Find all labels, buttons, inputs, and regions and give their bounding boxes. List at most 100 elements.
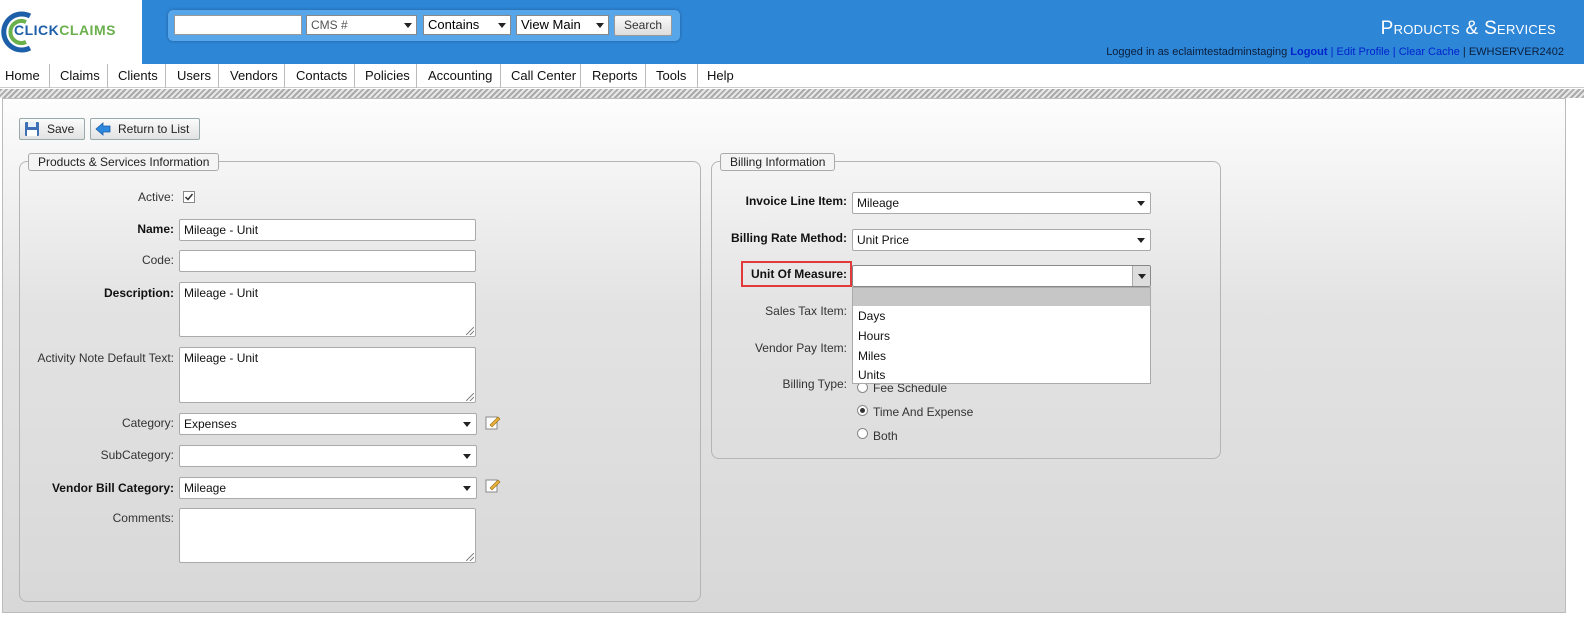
separator: | (1330, 46, 1334, 58)
chevron-down-icon[interactable] (1132, 266, 1150, 286)
chevron-down-icon (498, 23, 506, 28)
invoice-line-item-select[interactable]: Mileage (852, 192, 1151, 214)
vendor-pay-item-label: Vendor Pay Item: (754, 341, 847, 355)
chevron-down-icon[interactable] (458, 446, 476, 466)
comments-textarea[interactable] (179, 508, 476, 563)
unit-of-measure-dropdown-list: Days Hours Miles Units (852, 287, 1151, 384)
clear-cache-link[interactable]: Clear Cache (1399, 46, 1460, 58)
resize-grip-icon[interactable] (466, 553, 474, 561)
unit-of-measure-option-hours[interactable]: Hours (853, 326, 1150, 346)
menu-item-tools[interactable]: Tools (646, 64, 698, 88)
save-button-label: Save (47, 122, 75, 136)
menu-item-vendors[interactable]: Vendors (219, 64, 285, 88)
subcategory-label: SubCategory: (100, 448, 174, 462)
logout-link[interactable]: Logout (1290, 46, 1327, 58)
menu-item-call-center[interactable]: Call Center (501, 64, 581, 88)
billing-rate-method-select[interactable]: Unit Price (852, 229, 1151, 251)
description-label: Description: (103, 286, 174, 300)
unit-of-measure-option-units[interactable]: Units (853, 365, 1150, 385)
search-operator-select-value: Contains (428, 17, 480, 32)
billing-type-time-and-expense-label[interactable]: Time And Expense (873, 405, 973, 419)
description-text: Mileage - Unit (184, 286, 259, 300)
chevron-down-icon[interactable] (458, 414, 476, 434)
chevron-down-icon[interactable] (1132, 230, 1150, 250)
chevron-down-icon[interactable] (458, 478, 476, 498)
billing-type-both-radio[interactable] (857, 428, 868, 439)
vendor-bill-category-select[interactable]: Mileage (179, 477, 477, 499)
separator: | (1392, 46, 1396, 58)
checkmark-icon (184, 193, 194, 201)
unit-of-measure-select[interactable] (852, 265, 1151, 287)
subcategory-select[interactable] (179, 445, 477, 467)
category-select-value: Expenses (184, 417, 237, 431)
name-label: Name: (137, 222, 174, 236)
billing-type-time-and-expense-radio[interactable] (857, 405, 868, 416)
page-title: Products & Services (1380, 18, 1556, 39)
logo-text: CLICKCLAIMS (14, 22, 116, 38)
activity-note-label: Activity Note Default Text: (37, 351, 175, 365)
logo-text-click: CLICK (14, 22, 60, 38)
server-name: EWHSERVER2402 (1468, 46, 1564, 58)
arrow-left-icon (95, 122, 111, 136)
code-input[interactable] (179, 250, 476, 272)
clickclaims-logo[interactable]: CLICKCLAIMS (0, 0, 142, 64)
logged-in-as-text: Logged in as eclaimtestadminstaging (1106, 46, 1288, 58)
unit-of-measure-option-days[interactable]: Days (853, 306, 1150, 326)
comments-label: Comments: (112, 511, 174, 525)
chevron-down-icon (596, 23, 604, 28)
resize-grip-icon[interactable] (466, 327, 474, 335)
menu-item-reports[interactable]: Reports (581, 64, 646, 88)
billing-rate-method-label: Billing Rate Method: (731, 231, 847, 245)
vendor-bill-category-label: Vendor Bill Category: (51, 481, 174, 495)
search-button[interactable]: Search (614, 15, 672, 36)
vendor-bill-category-select-value: Mileage (184, 481, 227, 495)
separator: | (1462, 46, 1466, 58)
edit-category-icon[interactable] (485, 414, 501, 430)
active-label: Active: (137, 190, 174, 204)
return-to-list-label: Return to List (118, 122, 190, 136)
name-input[interactable]: Mileage - Unit (179, 219, 476, 241)
menu-item-claims[interactable]: Claims (50, 64, 108, 88)
description-textarea[interactable]: Mileage - Unit (179, 282, 476, 337)
resize-grip-icon[interactable] (466, 393, 474, 401)
category-label: Category: (121, 416, 174, 430)
search-input[interactable] (174, 15, 302, 35)
edit-vendor-bill-category-icon[interactable] (485, 477, 501, 493)
invoice-line-item-select-value: Mileage (857, 196, 900, 210)
billing-type-both-label[interactable]: Both (873, 429, 898, 443)
search-operator-select[interactable]: Contains (423, 15, 511, 35)
chevron-down-icon[interactable] (1132, 193, 1150, 213)
menu-divider-stripe (0, 89, 1584, 98)
unit-of-measure-option-blank[interactable] (853, 288, 1150, 306)
menu-item-contacts[interactable]: Contacts (285, 64, 355, 88)
main-menu: Home Claims Clients Users Vendors Contac… (0, 64, 1584, 88)
menu-item-users[interactable]: Users (166, 64, 219, 88)
category-select[interactable]: Expenses (179, 413, 477, 435)
quick-search-bar: CMS # Contains View Main Search (168, 10, 680, 41)
chevron-down-icon (404, 23, 412, 28)
app-header: CLICKCLAIMS CMS # Contains View Main Sea… (0, 0, 1584, 64)
menu-item-home[interactable]: Home (0, 64, 50, 88)
activity-note-textarea[interactable]: Mileage - Unit (179, 347, 476, 403)
unit-of-measure-label: Unit Of Measure: (750, 267, 847, 281)
search-field-select[interactable]: CMS # (306, 15, 417, 35)
edit-profile-link[interactable]: Edit Profile (1337, 46, 1390, 58)
menu-item-accounting[interactable]: Accounting (417, 64, 501, 88)
activity-note-text: Mileage - Unit (184, 351, 259, 365)
menu-item-clients[interactable]: Clients (108, 64, 166, 88)
search-view-select[interactable]: View Main (516, 15, 609, 35)
save-button[interactable]: Save (19, 118, 85, 140)
invoice-line-item-label: Invoice Line Item: (745, 194, 847, 208)
menu-item-help[interactable]: Help (698, 64, 743, 88)
login-info: Logged in as eclaimtestadminstaging Logo… (1106, 46, 1564, 58)
billing-rate-method-select-value: Unit Price (857, 233, 910, 247)
logo-text-claims: CLAIMS (59, 22, 116, 38)
active-checkbox[interactable] (183, 191, 195, 203)
search-view-select-value: View Main (521, 17, 581, 32)
menu-item-policies[interactable]: Policies (355, 64, 417, 88)
sales-tax-item-label: Sales Tax Item: (765, 304, 847, 318)
billing-type-label: Billing Type: (782, 377, 847, 391)
products-services-legend: Products & Services Information (28, 153, 220, 171)
return-to-list-button[interactable]: Return to List (90, 118, 200, 140)
unit-of-measure-option-miles[interactable]: Miles (853, 346, 1150, 366)
